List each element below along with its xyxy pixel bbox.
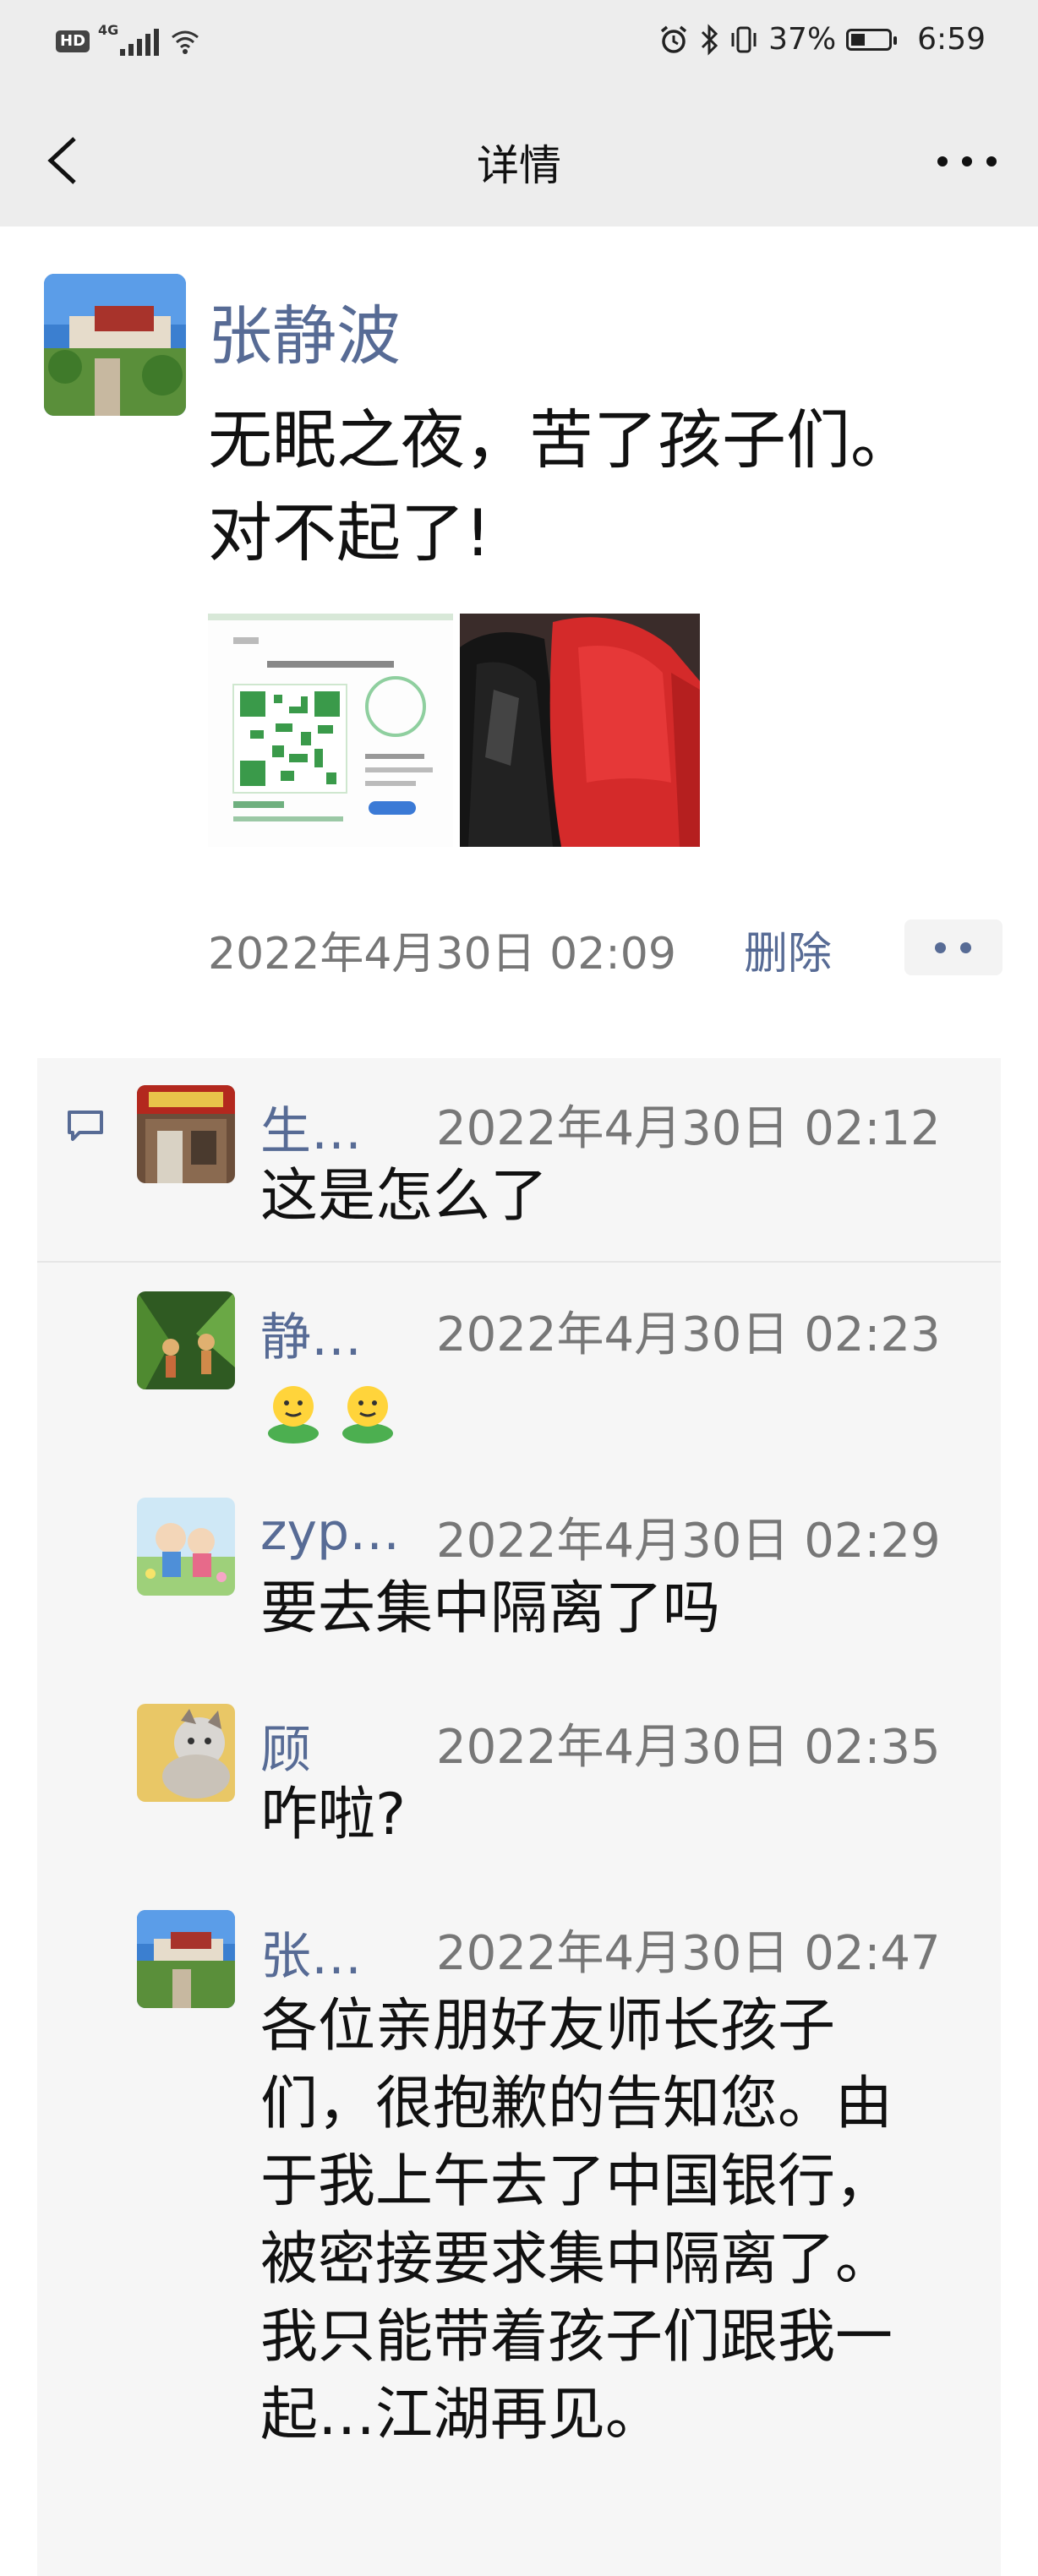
hd-badge: HD [56, 30, 90, 52]
post-text-line: 无眠之夜，苦了孩子们。 [208, 402, 915, 478]
commenter-name[interactable]: 生… [260, 1090, 362, 1164]
clock-time: 6:59 [917, 22, 986, 57]
comment-text: 各位亲朋好友师长孩子 们，很抱歉的告知您。由 于我上午去了中国银行， 被密接要求… [260, 1988, 1004, 2454]
battery-percent: 37% [768, 22, 837, 57]
status-left: HD 4G [56, 22, 199, 56]
signal-icon: 4G [98, 22, 160, 56]
commenter-avatar[interactable] [137, 1498, 235, 1596]
wifi-icon [172, 30, 199, 54]
comment-text-line: 于我上午去了中国银行， [260, 2148, 893, 2215]
post-image-jackets[interactable] [460, 614, 700, 847]
comment-time: 2022年4月30日 02:23 [436, 1307, 941, 1362]
page-title: 详情 [477, 141, 561, 190]
comment-text-line: 我只能带着孩子们跟我一 [260, 2304, 893, 2371]
post-image-qr-code[interactable] [208, 614, 453, 847]
vibrate-icon [731, 26, 757, 52]
status-bar: HD 4G 37% 6:59 [0, 0, 1038, 93]
commenter-name[interactable]: 顾 [260, 1709, 311, 1782]
comment-text-line: 被密接要求集中隔离了。 [260, 2226, 893, 2293]
post-text: 无眠之夜，苦了孩子们。 对不起了! [208, 394, 1019, 580]
comments-panel: 生… 2022年4月30日 02:12 这是怎么了 静… 2022年4月30日 … [37, 1058, 1001, 2576]
commenter-avatar[interactable] [137, 1910, 235, 2008]
network-type: 4G [98, 22, 119, 38]
commenter-avatar[interactable] [137, 1704, 235, 1802]
more-dots-icon [960, 942, 971, 953]
comment-text-line: 各位亲朋好友师长孩子 [260, 1993, 836, 2060]
commenter-avatar[interactable] [137, 1085, 235, 1183]
comment-time: 2022年4月30日 02:29 [436, 1514, 941, 1569]
post-timestamp: 2022年4月30日 02:09 [208, 929, 676, 980]
smiling-face-emoji [268, 1386, 319, 1444]
nav-bar: 详情 [0, 93, 1038, 226]
more-dots-icon[interactable] [937, 156, 997, 167]
comment-time: 2022年4月30日 02:12 [436, 1101, 941, 1156]
author-avatar[interactable] [44, 274, 186, 416]
comment-time: 2022年4月30日 02:47 [436, 1926, 941, 1981]
post-text-line: 对不起了! [208, 495, 491, 570]
more-dots-icon [935, 942, 946, 953]
comments-divider [37, 1261, 1001, 1263]
commenter-name[interactable]: 张… [260, 1915, 362, 1989]
comment-emoji-row [260, 1369, 1004, 1447]
comment-text-line: 起…江湖再见。 [260, 2382, 664, 2448]
comment-text: 要去集中隔离了吗 [260, 1575, 721, 1642]
status-right: 37% 6:59 [658, 22, 986, 57]
comment-text: 这是怎么了 [260, 1163, 549, 1230]
commenter-name[interactable]: zyp… [260, 1503, 400, 1562]
delete-button[interactable]: 删除 [744, 918, 832, 981]
commenter-name[interactable]: 静… [260, 1296, 362, 1370]
smiling-face-emoji [342, 1386, 393, 1444]
post-actions-button[interactable] [904, 920, 1002, 975]
author-name[interactable]: 张静波 [208, 284, 401, 377]
comment-bubble-icon [68, 1111, 103, 1141]
comment-text-line: 们，很抱歉的告知您。由 [260, 2071, 893, 2137]
alarm-icon [661, 25, 687, 53]
bluetooth-icon [702, 23, 718, 56]
comment-text: 咋啦? [260, 1782, 407, 1848]
commenter-avatar[interactable] [137, 1291, 235, 1389]
comment-time: 2022年4月30日 02:35 [436, 1720, 941, 1775]
battery-icon [846, 28, 898, 51]
